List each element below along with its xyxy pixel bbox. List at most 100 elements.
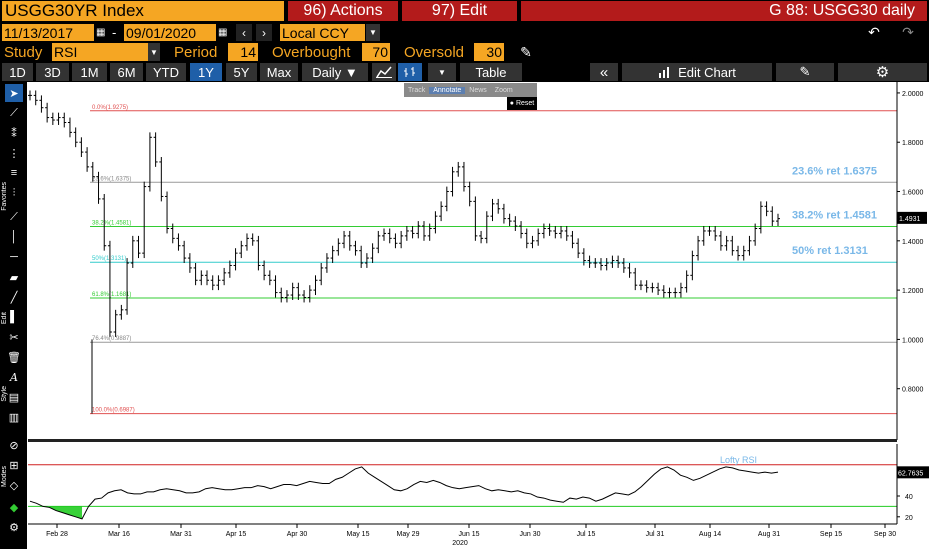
channel-tool-icon[interactable]: ⋮ bbox=[5, 144, 23, 162]
collapse-icon[interactable]: « bbox=[590, 63, 618, 81]
period-button-ytd[interactable]: YTD bbox=[146, 63, 186, 81]
period-button-5y[interactable]: 5Y bbox=[226, 63, 257, 81]
x-axis-tick-label: Jul 15 bbox=[577, 531, 596, 538]
fib-annotation: 23.6% ret 1.6375 bbox=[792, 165, 877, 177]
start-date-field[interactable]: 11/13/2017 bbox=[2, 24, 94, 41]
y-axis-tick-label: 1.8000 bbox=[902, 140, 924, 147]
fib-tool-icon[interactable]: ≡ bbox=[5, 164, 23, 182]
style-label: Style bbox=[1, 386, 8, 402]
brush-icon[interactable]: ╱ bbox=[5, 288, 23, 306]
annotate-icon[interactable]: ✎ bbox=[776, 63, 834, 81]
trash-icon[interactable]: 🗑 bbox=[5, 348, 23, 366]
calendar-icon[interactable]: ▦ bbox=[218, 24, 232, 41]
y-axis-tick-label: 1.0000 bbox=[902, 337, 924, 344]
security-input[interactable]: USGG30YR Index bbox=[2, 1, 284, 21]
trend-tool-icon[interactable]: ⁑ bbox=[5, 124, 23, 142]
oversold-label: Oversold bbox=[404, 43, 465, 61]
frequency-select[interactable]: Daily ▼ bbox=[302, 63, 368, 81]
x-axis-tick-label: Feb 28 bbox=[46, 531, 68, 538]
next-arrow-icon[interactable]: › bbox=[256, 24, 272, 41]
chart-area: 0.0%(1.9275) 23.6%(1.6375) 38.2%(1.4581) 50… bbox=[0, 82, 929, 549]
study-select[interactable]: RSI bbox=[52, 43, 148, 61]
undo-icon[interactable]: ↶ bbox=[862, 24, 886, 41]
vertical-tool-icon[interactable]: │ bbox=[5, 228, 23, 246]
overbought-field[interactable]: 70 bbox=[362, 43, 390, 61]
chart-title: G 88: USGG30 daily bbox=[521, 1, 927, 21]
chevron-down-icon[interactable]: ▼ bbox=[366, 24, 380, 41]
period-button-1y[interactable]: 1Y bbox=[190, 63, 222, 81]
reset-icon: ● bbox=[509, 100, 514, 107]
edit-menu[interactable]: 97) Edit bbox=[402, 1, 517, 21]
x-axis-tick-label: Apr 30 bbox=[287, 531, 308, 538]
rsi-axis-tick-label: 20 bbox=[905, 515, 913, 522]
period-button-1m[interactable]: 1M bbox=[72, 63, 107, 81]
x-axis-tick-label: Jun 30 bbox=[519, 531, 540, 538]
x-axis-tick-label: Apr 15 bbox=[226, 531, 247, 538]
edit-chart-button[interactable]: Edit Chart bbox=[622, 63, 772, 81]
gear-icon[interactable]: ⚙ bbox=[838, 63, 927, 81]
study-bar: Study RSI ▼ Period 14 Overbought 70 Over… bbox=[0, 42, 929, 62]
actions-menu[interactable]: 96) Actions bbox=[288, 1, 398, 21]
x-axis-tick-label: May 15 bbox=[347, 531, 370, 538]
favorites-label: Favorites bbox=[1, 182, 8, 211]
interaction-toolbar: Track Annotate News Zoom bbox=[404, 83, 537, 97]
x-axis-tick-label: Jul 31 bbox=[646, 531, 665, 538]
end-date-field[interactable]: 09/01/2020 bbox=[124, 24, 216, 41]
x-axis-tick-label: Aug 31 bbox=[758, 531, 780, 538]
last-price-label: 1.4931 bbox=[899, 216, 921, 223]
prev-arrow-icon[interactable]: ‹ bbox=[236, 24, 252, 41]
reset-button[interactable]: ● Reset bbox=[507, 97, 537, 110]
ruler-icon[interactable]: ⊘ bbox=[5, 436, 23, 454]
chevron-down-icon[interactable]: ▼ bbox=[148, 43, 160, 61]
x-axis-tick-label: Aug 14 bbox=[699, 531, 721, 538]
pane-separator[interactable] bbox=[28, 439, 897, 442]
rsi-axis-tick-label: 40 bbox=[905, 494, 913, 501]
period-button-max[interactable]: Max bbox=[260, 63, 298, 81]
table-button[interactable]: Table bbox=[460, 63, 522, 81]
period-button-3d[interactable]: 3D bbox=[36, 63, 69, 81]
frequency-label: Daily bbox=[312, 64, 342, 80]
popup-tool-zoom[interactable]: Zoom bbox=[491, 87, 517, 94]
settings-icon[interactable]: ⚙ bbox=[5, 518, 23, 536]
popup-tool-track[interactable]: Track bbox=[404, 87, 429, 94]
y-axis-tick-label: 1.6000 bbox=[902, 190, 924, 197]
rsi-title: Lofty RSI bbox=[720, 455, 757, 465]
period-label: Period bbox=[174, 43, 218, 61]
chart-canvas[interactable]: 0.0%(1.9275)23.6%(1.6375)38.2%(1.4581)50… bbox=[0, 82, 929, 549]
palette-icon[interactable]: ▥ bbox=[5, 408, 23, 426]
text-tool-icon[interactable]: A bbox=[5, 368, 23, 386]
fib-level-label: 100.0%(0.6987) bbox=[92, 408, 135, 414]
period-button-1d[interactable]: 1D bbox=[2, 63, 33, 81]
date-range-bar: 11/13/2017 ▦ - 09/01/2020 ▦ ‹ › Local CC… bbox=[0, 23, 929, 42]
oversold-field[interactable]: 30 bbox=[474, 43, 504, 61]
title-bar: USGG30YR Index 96) Actions 97) Edit G 88… bbox=[0, 0, 929, 23]
y-axis-tick-label: 2.0000 bbox=[902, 91, 924, 98]
y-axis-tick-label: 1.2000 bbox=[902, 288, 924, 295]
horizontal-line-icon[interactable]: ─ bbox=[5, 248, 23, 266]
eraser-icon[interactable]: ✂ bbox=[5, 328, 23, 346]
x-axis-tick-label: Sep 15 bbox=[820, 531, 842, 538]
edit-label: Edit bbox=[1, 312, 8, 325]
band-tool-icon[interactable]: ▰ bbox=[5, 268, 23, 286]
rsi-last-label: 62.7635 bbox=[898, 470, 923, 477]
calendar-icon[interactable]: ▦ bbox=[96, 24, 110, 41]
cursor-icon[interactable]: ➤ bbox=[5, 84, 23, 102]
fib-level-label: 76.4%(0.9887) bbox=[92, 336, 131, 342]
price-pane[interactable] bbox=[28, 82, 897, 440]
period-button-6m[interactable]: 6M bbox=[110, 63, 143, 81]
study-label: Study bbox=[4, 43, 43, 61]
line-chart-icon[interactable] bbox=[372, 63, 396, 81]
bar-chart-icon[interactable] bbox=[398, 63, 422, 81]
layers-icon[interactable]: ◆ bbox=[5, 498, 23, 516]
popup-tool-annotate[interactable]: Annotate bbox=[429, 86, 466, 94]
currency-select[interactable]: Local CCY bbox=[280, 24, 365, 41]
redo-icon[interactable]: ↷ bbox=[896, 24, 920, 41]
range-dash: - bbox=[112, 25, 117, 40]
line-tool-icon[interactable]: ⟋ bbox=[5, 104, 23, 122]
x-axis-year-label: 2020 bbox=[452, 540, 468, 547]
period-field[interactable]: 14 bbox=[228, 43, 258, 61]
popup-tool-news[interactable]: News bbox=[465, 87, 491, 94]
chevron-down-icon[interactable]: ▼ bbox=[428, 63, 456, 81]
x-axis-tick-label: May 29 bbox=[397, 531, 420, 538]
pencil-icon[interactable]: ✎ bbox=[516, 43, 536, 61]
